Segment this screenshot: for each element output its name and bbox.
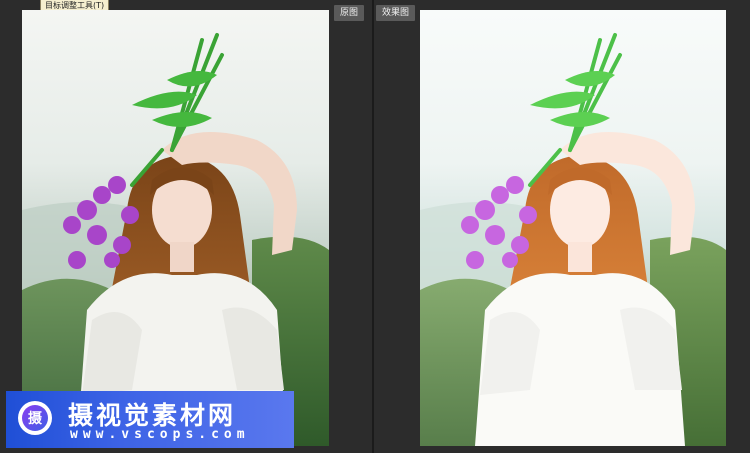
- result-label: 效果图: [376, 5, 416, 21]
- original-photo: [22, 10, 329, 446]
- original-photo-image: [22, 10, 329, 446]
- result-photo-image: [420, 10, 726, 446]
- watermark-banner: 摄 摄视觉素材网 www.vscops.com: [6, 391, 294, 448]
- original-label: 原图: [334, 5, 365, 21]
- watermark-logo-char: 摄: [22, 405, 48, 431]
- watermark-logo-icon: 摄: [18, 401, 52, 435]
- panel-divider: [372, 0, 374, 453]
- watermark-url: www.vscops.com: [70, 427, 250, 442]
- result-photo: [420, 10, 726, 446]
